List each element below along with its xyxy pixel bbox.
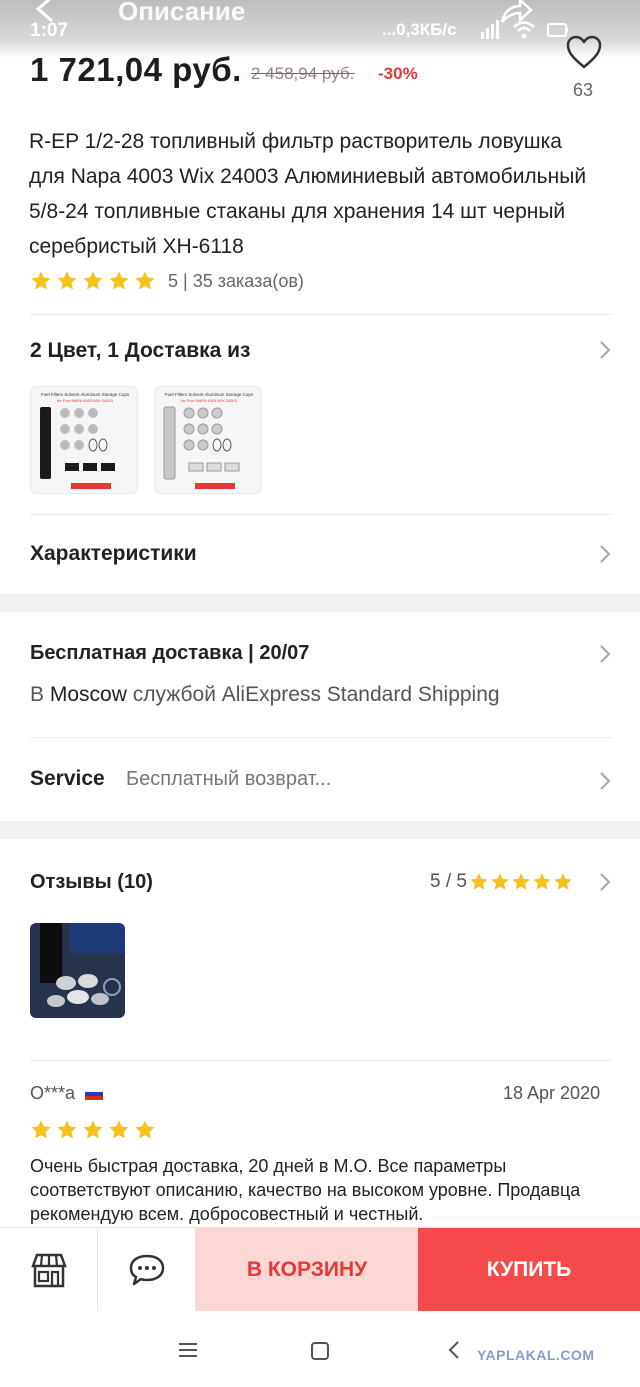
divider [30,737,612,738]
star-icon [554,873,572,890]
status-icons [478,18,570,42]
star-icon [31,1120,51,1139]
variant-thumbnail-silver[interactable]: Fuel Filters Solvent Aluminum Storage Cu… [154,386,262,494]
service-label[interactable]: Service [30,767,105,791]
old-price: 2 458,94 руб. [251,64,355,83]
network-speed: ...0,3КБ/с [382,20,457,39]
chevron-right-icon[interactable] [598,871,612,893]
status-bar: Описание 1:07 ...0,3КБ/с [0,0,640,58]
signal-icon [481,20,499,39]
divider [30,314,612,315]
discount-badge: -30% [378,64,418,83]
variant-caption: Fuel Filters Solvent Aluminum Storage Cu… [41,392,130,397]
orders-count: 35 заказа(ов) [192,270,304,291]
review-author: O***a [30,1083,104,1104]
divider [30,1060,612,1061]
star-icon [135,271,155,290]
service-value: Бесплатный возврат... [126,768,332,790]
section-separator [0,594,640,612]
rating-summary: 5 | 35 заказа(ов) [168,270,304,291]
page-title: Описание [118,0,246,26]
star-icon [57,271,77,290]
bottom-action-bar: В КОРЗИНУ КУПИТЬ [0,1227,640,1312]
store-button[interactable] [0,1228,98,1312]
review-text: Очень быстрая доставка, 20 дней в М.О. В… [30,1156,581,1224]
divider [30,514,612,515]
shipping-city: Moscow [49,683,127,706]
chevron-right-icon[interactable] [598,770,612,792]
chevron-right-icon[interactable] [598,543,612,565]
variant-subcaption: for Fuel NAPA 4003 WIX 24003 [57,398,114,403]
variant-caption: Fuel Filters Solvent Aluminum Storage Cu… [165,392,254,397]
review-stars [30,1119,156,1141]
home-button[interactable] [311,1342,329,1360]
reviews-score: 5 / 5 [430,871,573,893]
star-icon [512,873,530,890]
buy-now-button[interactable]: КУПИТЬ [418,1228,640,1312]
shipping-method: службой AliExpress Standard Shipping [126,683,500,706]
shipping-details: В Moscow службой AliExpress Standard Shi… [30,683,500,707]
product-title: R-EP 1/2-28 топливный фильтр растворител… [29,130,587,258]
favorites-count: 63 [573,80,594,100]
product-rating: 5 | 35 заказа(ов) [30,270,304,292]
store-icon [30,1253,67,1288]
status-time: 1:07 [30,20,69,41]
variant-thumbnail-black[interactable]: Fuel Filters Solvent Aluminum Storage Cu… [30,386,138,494]
star-icon [135,1120,155,1139]
rating-stars [30,270,156,292]
shipping-title[interactable]: Бесплатная доставка | 20/07 [30,642,309,665]
chevron-right-icon[interactable] [598,643,612,665]
star-icon [31,271,51,290]
star-icon [83,271,103,290]
product-price: 1 721,04 руб. [30,51,242,88]
review-photo[interactable] [30,923,125,1018]
star-icon [491,873,509,890]
options-label[interactable]: 2 Цвет, 1 Доставка из [30,339,250,363]
star-icon [533,873,551,890]
star-icon [57,1120,77,1139]
shipping-prefix: В [30,683,50,706]
russia-flag-icon [85,1087,104,1100]
recent-apps-icon[interactable] [178,1342,198,1358]
system-nav-bar: YAPLAKAL.COM [0,1311,640,1387]
review-date: 18 Apr 2020 [503,1083,601,1103]
reviews-title[interactable]: Отзывы (10) [30,871,153,894]
review-author-name: O***a [30,1083,76,1103]
reviews-score-value: 5 / 5 [430,871,467,892]
chevron-right-icon[interactable] [598,339,612,361]
chat-button[interactable] [98,1228,196,1312]
specs-link[interactable]: Характеристики [30,542,197,566]
add-to-cart-button[interactable]: В КОРЗИНУ [196,1228,418,1312]
rating-value: 5 [168,270,179,291]
wifi-icon [513,21,535,39]
chat-icon [129,1254,164,1286]
watermark: YAPLAKAL.COM [477,1347,595,1363]
nav-back-icon[interactable] [447,1339,461,1361]
star-icon [109,271,129,290]
section-separator [0,821,640,839]
star-icon [83,1120,103,1139]
reviews-stars [469,872,573,892]
heart-icon[interactable] [565,34,603,70]
variant-subcaption: for Fuel NAPA 4003 WIX 24003 [181,398,238,403]
star-icon [109,1120,129,1139]
star-icon [470,873,488,890]
